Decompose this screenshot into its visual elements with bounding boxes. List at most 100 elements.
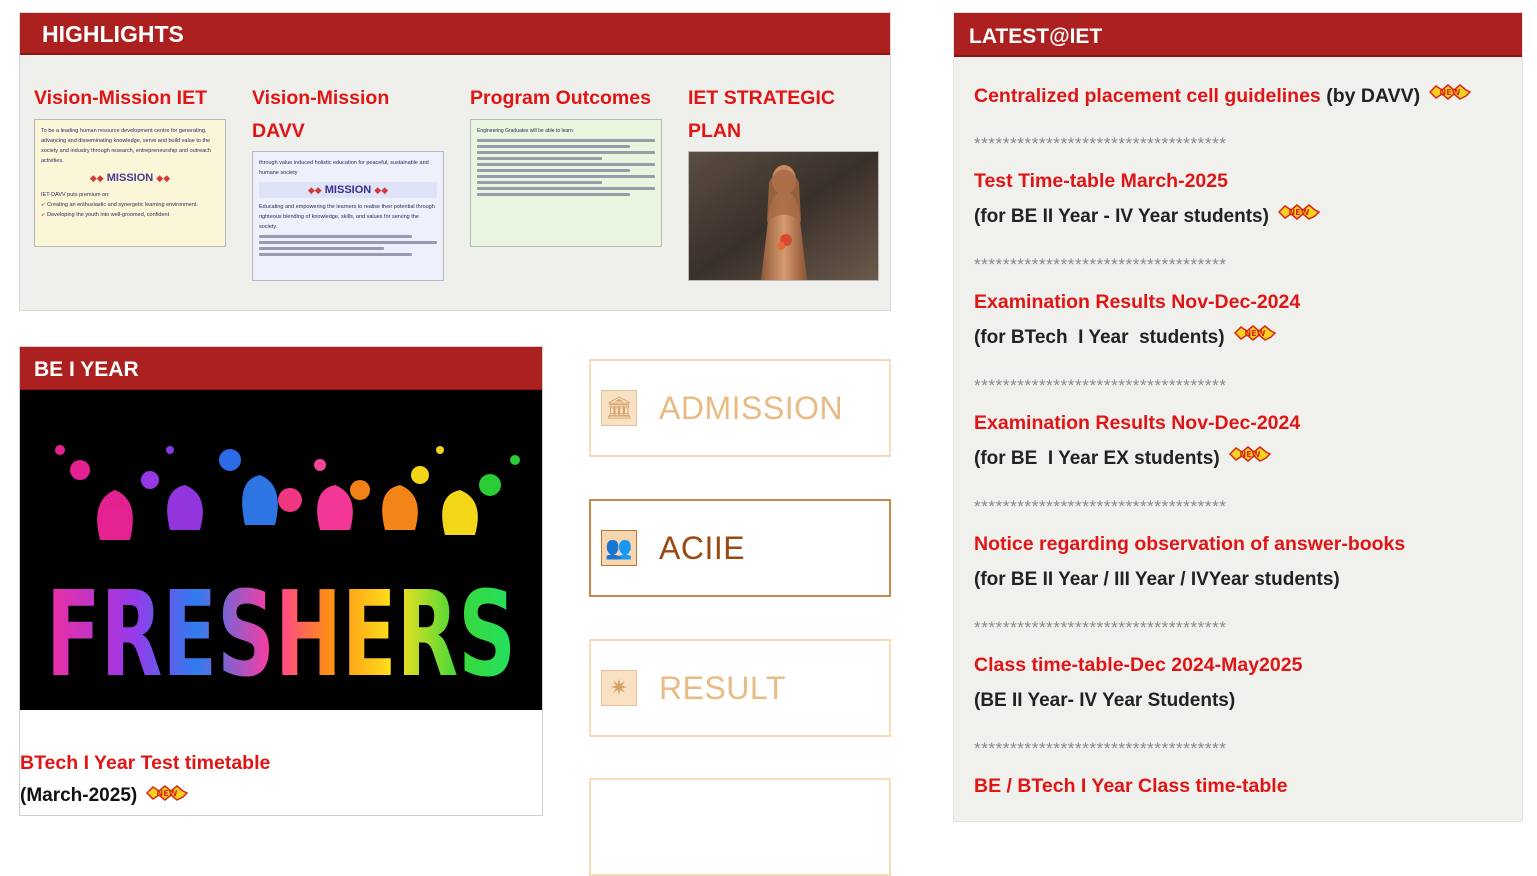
news-title-text[interactable]: Centralized placement cell guidelines (974, 85, 1321, 107)
thumb-mission-heading: ◆◆ MISSION ◆◆ (259, 182, 437, 198)
freshers-graphic: FRESHERS (20, 390, 542, 710)
new-badge-icon: NEW (1233, 320, 1277, 355)
thumb-intro: through value induced holistic education… (259, 160, 429, 176)
thumb-bullet: ➹ Developing the youth into well-groomed… (41, 212, 170, 218)
text-line (477, 163, 655, 166)
highlight-title[interactable]: Vision-Mission (252, 82, 389, 115)
fourth-side-button[interactable] (589, 778, 891, 876)
result-label: RESULT (659, 669, 786, 706)
link-text[interactable]: BTech I Year Test timetable (20, 752, 270, 774)
vision-mission-iet-thumbnail[interactable]: To be a leading human resource developme… (34, 119, 226, 247)
svg-text:NEW: NEW (157, 789, 178, 798)
news-item[interactable]: BE / BTech I Year Class time-table (974, 769, 1288, 804)
new-badge-icon: NEW (1428, 79, 1472, 114)
text-line (477, 169, 631, 172)
freshers-banner-image[interactable]: FRESHERS (20, 390, 542, 710)
sub-text: (March-2025) (20, 785, 138, 807)
highlight-iet-strategic-plan[interactable]: IET STRATEGIC PLAN (688, 82, 835, 148)
highlights-panel: HIGHLIGHTS Vision-Mission IET Vision-Mis… (19, 12, 891, 311)
aciie-label: ACIIE (659, 529, 746, 566)
aciie-button[interactable]: 👥 ACIIE (589, 499, 891, 597)
highlight-title[interactable]: IET STRATEGIC (688, 82, 835, 115)
highlight-program-outcomes[interactable]: Program Outcomes (470, 82, 651, 115)
text-line (477, 175, 655, 178)
news-sub-text: (for BE II Year - IV Year students) (974, 206, 1269, 227)
highlight-title[interactable]: Vision-Mission IET (34, 82, 207, 115)
new-badge-icon: NEW (1228, 441, 1272, 476)
users-icon: 👥 (601, 530, 637, 566)
program-outcomes-thumbnail[interactable]: Engineering Graduates will be able to le… (470, 119, 662, 247)
result-button[interactable]: ✷ RESULT (589, 639, 891, 737)
news-title[interactable]: Examination Results Nov-Dec-2024 (974, 285, 1300, 320)
thumb-intro: To be a leading human resource developme… (41, 128, 211, 164)
institution-icon: 🏛 (601, 390, 637, 426)
btech-test-timetable-sub: (March-2025) NEW (20, 783, 189, 809)
text-line (477, 145, 631, 148)
thumb-mission-heading: ◆◆ MISSION ◆◆ (89, 172, 171, 184)
news-sub: (BE II Year- IV Year Students) (974, 690, 1236, 711)
svg-text:NEW: NEW (1440, 88, 1461, 97)
news-title[interactable]: Examination Results Nov-Dec-2024 (974, 406, 1300, 441)
separator: *********************************** (974, 134, 1227, 153)
sun-icon: ✷ (601, 670, 637, 706)
be-i-year-panel: BE I YEAR FRESHERS BTech I Year Test tim… (19, 346, 543, 816)
be-i-year-header: BE I YEAR (20, 347, 542, 391)
admission-button[interactable]: 🏛 ADMISSION (589, 359, 891, 457)
svg-text:NEW: NEW (1244, 329, 1265, 338)
news-item[interactable]: Test Time-table March-2025 (for BE II Ye… (974, 164, 1321, 234)
highlight-title-line2[interactable]: PLAN (688, 115, 835, 148)
highlight-title-line2[interactable]: DAVV (252, 115, 389, 148)
news-sub: (for BE II Year - IV Year students) NEW (974, 199, 1321, 234)
iet-strategic-plan-thumbnail[interactable] (688, 151, 879, 281)
news-item[interactable]: Examination Results Nov-Dec-2024 (for BE… (974, 406, 1300, 476)
news-title[interactable]: Notice regarding observation of answer-b… (974, 527, 1405, 562)
news-sub: (for BTech I Year students) NEW (974, 320, 1300, 355)
thumb-bullet: ➹ Creating an enthusiastic and synergeti… (41, 202, 198, 208)
news-title[interactable]: Class time-table-Dec 2024-May2025 (974, 648, 1302, 683)
text-line (477, 151, 655, 154)
thumb-body: Educating and empowering the learners to… (259, 204, 435, 230)
text-line (477, 181, 602, 184)
separator: *********************************** (974, 497, 1227, 516)
news-item[interactable]: Centralized placement cell guidelines (b… (974, 79, 1472, 114)
svg-text:NEW: NEW (1288, 208, 1309, 217)
text-line (477, 187, 655, 190)
new-badge-icon: NEW (1277, 199, 1321, 234)
separator: *********************************** (974, 739, 1227, 758)
svg-text:NEW: NEW (1239, 450, 1260, 459)
separator: *********************************** (974, 376, 1227, 395)
latest-header: LATEST@IET (954, 13, 1522, 57)
admission-label: ADMISSION (659, 389, 844, 426)
news-item[interactable]: Examination Results Nov-Dec-2024 (for BT… (974, 285, 1300, 355)
news-item[interactable]: Class time-table-Dec 2024-May2025 (BE II… (974, 648, 1302, 718)
news-title[interactable]: Centralized placement cell guidelines (b… (974, 79, 1472, 114)
highlight-vision-mission-davv[interactable]: Vision-Mission DAVV (252, 82, 389, 148)
news-sub-text: (for BE I Year EX students) (974, 448, 1220, 469)
text-line (259, 247, 384, 250)
thumb-intro: Engineering Graduates will be able to le… (477, 128, 575, 134)
highlight-vision-mission-iet[interactable]: Vision-Mission IET (34, 82, 207, 115)
new-badge-icon: NEW (145, 783, 189, 809)
news-sub: (for BE II Year / III Year / IVYear stud… (974, 569, 1340, 590)
text-line (259, 235, 413, 238)
separator: *********************************** (974, 255, 1227, 274)
news-title-suffix: (by DAVV) (1320, 85, 1421, 107)
news-sub: (for BE I Year EX students) NEW (974, 441, 1300, 476)
text-line (477, 157, 602, 160)
vision-mission-davv-thumbnail[interactable]: through value induced holistic education… (252, 151, 444, 281)
latest-iet-panel: LATEST@IET Centralized placement cell gu… (953, 12, 1523, 822)
text-line (259, 253, 413, 256)
highlight-title[interactable]: Program Outcomes (470, 82, 651, 115)
text-line (477, 139, 655, 142)
news-sub-text: (for BTech I Year students) (974, 327, 1225, 348)
news-item[interactable]: Notice regarding observation of answer-b… (974, 527, 1405, 597)
statue-photo (689, 152, 878, 280)
thumb-sub: IET-DAVV puts premium on: (41, 192, 110, 198)
news-title[interactable]: BE / BTech I Year Class time-table (974, 769, 1288, 804)
text-line (259, 241, 437, 244)
btech-test-timetable-link[interactable]: BTech I Year Test timetable (20, 752, 270, 775)
news-title[interactable]: Test Time-table March-2025 (974, 164, 1321, 199)
highlights-header: HIGHLIGHTS (20, 13, 890, 55)
freshers-text: FRESHERS (46, 565, 516, 703)
separator: *********************************** (974, 618, 1227, 637)
